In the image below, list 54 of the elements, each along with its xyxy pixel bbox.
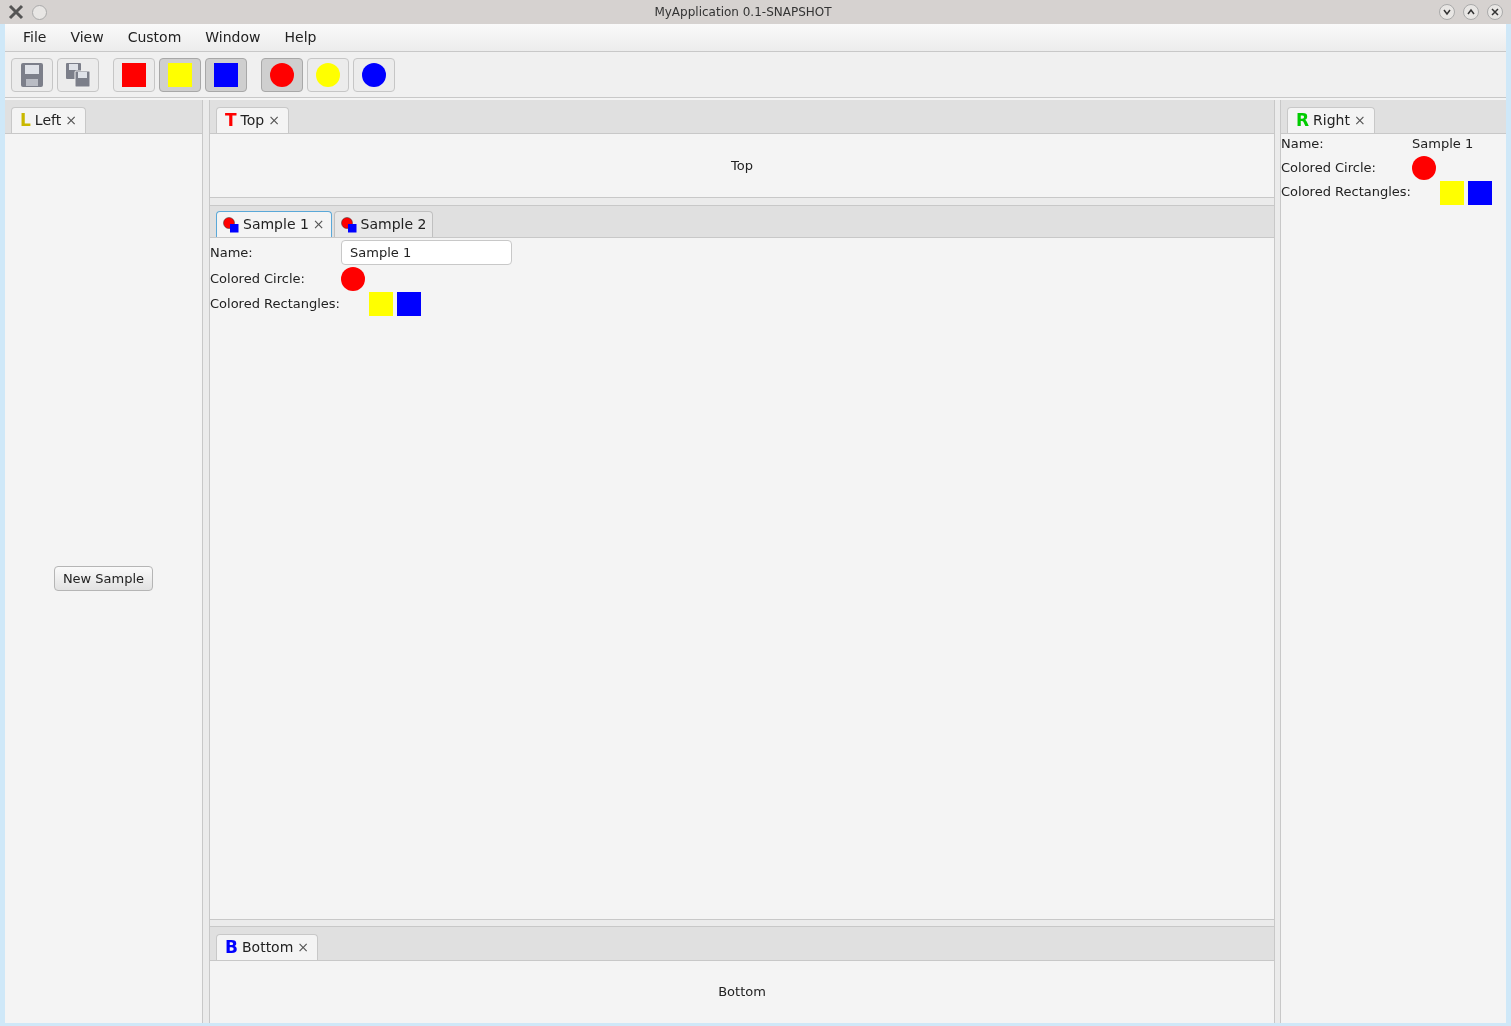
close-button[interactable]: × xyxy=(1353,110,1366,131)
close-button[interactable]: × xyxy=(312,214,325,235)
shapes-icon xyxy=(340,216,357,233)
close-button[interactable]: × xyxy=(65,110,77,131)
tab-glyph: T xyxy=(225,112,237,129)
close-button[interactable]: × xyxy=(297,937,310,958)
menu-item[interactable]: Window xyxy=(193,27,273,48)
dock-tab[interactable]: R Right × xyxy=(1287,107,1375,133)
toolbar-button[interactable] xyxy=(353,57,395,92)
close-button[interactable]: × xyxy=(268,110,280,131)
toolbar-button[interactable] xyxy=(11,57,53,92)
toolbar-button[interactable] xyxy=(261,57,303,92)
tab-label: Left xyxy=(34,111,62,130)
shapes-icon xyxy=(223,216,239,233)
toolbar-button[interactable] xyxy=(57,57,99,92)
circle-label: Colored Circle: xyxy=(1281,158,1377,177)
name-label: Name: xyxy=(210,243,254,262)
name-field[interactable]: Sample 1 xyxy=(341,240,512,265)
minimize-button[interactable] xyxy=(1439,4,1455,20)
chevron-up-icon xyxy=(1467,8,1475,16)
close-button[interactable] xyxy=(1487,4,1503,20)
app-icon xyxy=(8,4,24,20)
tab-label: Right xyxy=(1313,111,1350,130)
document-tab[interactable]: Sample 1 × xyxy=(216,211,332,237)
circle-label: Colored Circle: xyxy=(210,270,306,289)
top-content: Top xyxy=(731,156,753,175)
toolbar-button[interactable] xyxy=(113,57,155,92)
name-value: Sample 1 xyxy=(1412,135,1475,153)
close-icon xyxy=(1491,8,1499,16)
name-label: Name: xyxy=(1281,135,1325,153)
toolbar-button[interactable] xyxy=(205,57,247,92)
rectangles-label: Colored Rectangles: xyxy=(1281,183,1408,202)
window-title: MyApplication 0.1-SNAPSHOT xyxy=(654,4,832,21)
tab-glyph: B xyxy=(225,939,238,956)
floppy-disks-icon xyxy=(65,61,91,88)
tab-label: Top xyxy=(240,111,265,130)
tab-label: Bottom xyxy=(241,938,294,957)
new-sample-button[interactable]: New Sample xyxy=(53,566,154,591)
chevron-down-icon xyxy=(1443,8,1451,16)
document-tab[interactable]: Sample 2 xyxy=(333,211,434,237)
maximize-button[interactable] xyxy=(1463,4,1479,20)
tab-glyph: R xyxy=(1296,112,1310,129)
rectangles-label: Colored Rectangles: xyxy=(210,294,337,313)
dock-tab[interactable]: L Left × xyxy=(11,107,86,133)
dock-tab[interactable]: B Bottom × xyxy=(216,934,319,960)
menu-item[interactable]: Custom xyxy=(115,27,194,48)
tab-label: Sample 2 xyxy=(360,215,427,234)
dock-tab[interactable]: T Top × xyxy=(216,107,289,133)
menu-item[interactable]: Help xyxy=(272,27,329,48)
tab-label: Sample 1 xyxy=(243,215,309,234)
tab-glyph: L xyxy=(20,112,31,129)
menu-item[interactable]: File xyxy=(11,27,59,48)
menu-item[interactable]: View xyxy=(58,27,116,48)
bottom-content: Bottom xyxy=(718,983,766,1002)
